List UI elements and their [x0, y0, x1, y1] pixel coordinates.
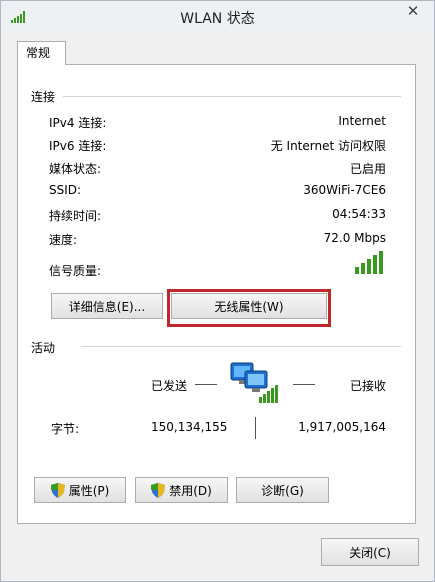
bytes-sent-value: 150,134,155 [151, 420, 228, 434]
activity-divider [81, 346, 401, 347]
received-line [293, 384, 315, 385]
window-close-button[interactable]: ✕ [398, 1, 428, 21]
bytes-separator [255, 417, 256, 439]
media-state-label: 媒体状态: [49, 162, 102, 176]
connection-section-label: 连接 [31, 90, 56, 104]
bytes-label: 字节: [51, 422, 80, 436]
properties-button[interactable]: 属性(P) [34, 477, 126, 503]
activity-section-label: 活动 [31, 341, 56, 355]
network-computers-icon [230, 362, 278, 403]
signal-quality-label: 信号质量: [49, 264, 102, 278]
ipv6-value: 无 Internet 访问权限 [270, 139, 386, 153]
signal-strength-icon [355, 251, 383, 274]
duration-value: 04:54:33 [332, 207, 386, 221]
received-label: 已接收 [350, 379, 387, 393]
ssid-value: 360WiFi-7CE6 [303, 183, 386, 197]
media-state-value: 已启用 [349, 162, 386, 176]
ipv4-value: Internet [338, 114, 386, 128]
disable-button-label: 禁用(D) [169, 483, 212, 498]
ipv4-label: IPv4 连接: [49, 116, 107, 130]
ipv6-label: IPv6 连接: [49, 139, 107, 153]
properties-button-label: 属性(P) [68, 483, 110, 498]
details-button[interactable]: 详细信息(E)... [51, 293, 163, 319]
shield-icon [151, 482, 166, 498]
ssid-label: SSID: [49, 183, 82, 197]
shield-icon [50, 482, 65, 498]
window-title: WLAN 状态 [180, 11, 255, 27]
speed-label: 速度: [49, 233, 78, 247]
duration-label: 持续时间: [49, 209, 102, 223]
close-button[interactable]: 关闭(C) [321, 538, 419, 566]
title-bar: WLAN 状态 ✕ [1, 1, 434, 33]
disable-button[interactable]: 禁用(D) [135, 477, 228, 503]
highlight-box [167, 289, 331, 327]
speed-value: 72.0 Mbps [323, 231, 386, 245]
wlan-status-window: WLAN 状态 ✕ 常规 连接 IPv4 连接: Internet IPv6 连… [0, 0, 435, 582]
sent-line [195, 384, 217, 385]
tab-general[interactable]: 常规 [17, 41, 66, 65]
bytes-received-value: 1,917,005,164 [298, 420, 386, 434]
sent-label: 已发送 [151, 379, 188, 393]
diagnose-button[interactable]: 诊断(G) [236, 477, 329, 503]
connection-divider [63, 96, 401, 97]
